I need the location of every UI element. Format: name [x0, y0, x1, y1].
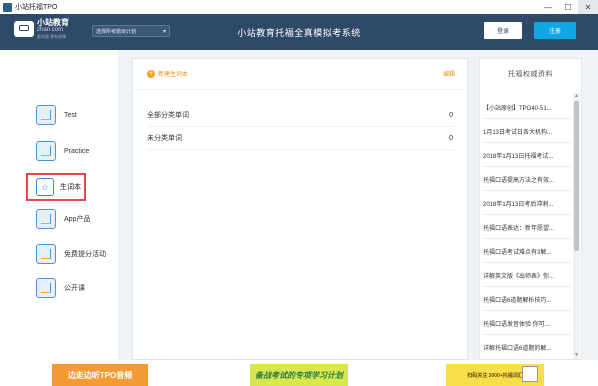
resources-title: 托福权威资料: [508, 71, 553, 78]
plus-icon: +: [147, 69, 155, 78]
resource-link[interactable]: 详解托福口语6道题的解...: [483, 343, 568, 352]
sidebar-item-activities[interactable]: 免费提分活动: [36, 243, 116, 265]
sidebar-item-label: Practice: [64, 147, 90, 155]
resources-panel: 托福权威资料 【小站原创】TPO40-51... 1月13日考试日各大机构...…: [479, 58, 582, 360]
sidebar-item-test[interactable]: Test: [36, 104, 116, 126]
scroll-down-icon[interactable]: ▼: [573, 352, 580, 359]
vocab-list-count: 0: [449, 111, 453, 119]
resource-link[interactable]: 【小站原创】TPO40-51...: [483, 103, 568, 112]
vocab-list-name: 未分类单词: [147, 135, 182, 142]
close-button[interactable]: ✕: [578, 0, 598, 14]
register-button[interactable]: 注册: [534, 22, 576, 39]
minimize-button[interactable]: —: [538, 0, 558, 14]
vocab-list-row[interactable]: 未分类单词 0: [147, 127, 455, 150]
sidebar-item-label: Test: [64, 111, 77, 119]
divider: [483, 142, 571, 143]
resource-link[interactable]: 详解英文版《出师表》你...: [483, 271, 568, 280]
maximize-button[interactable]: ☐: [558, 0, 578, 14]
vocab-book-icon: ☆: [36, 178, 54, 196]
app-grid-icon: [36, 209, 56, 229]
window-title: 小站托福TPO: [15, 4, 58, 11]
divider: [483, 118, 571, 119]
sidebar-item-label: 免费提分活动: [64, 251, 106, 258]
resources-scrollbar[interactable]: ▲ ▼: [573, 93, 580, 359]
sidebar-item-label: App产品: [64, 216, 91, 223]
sidebar: [0, 50, 118, 360]
resource-link[interactable]: 托福口语表达：新年愿望...: [483, 223, 568, 232]
open-class-icon: [36, 278, 56, 298]
banner-study-plan[interactable]: 备战考试的专项学习计划: [250, 364, 348, 386]
qr-code-icon: [522, 366, 538, 382]
scrollbar-thumb[interactable]: [574, 101, 579, 251]
new-vocab-list-button[interactable]: + 新建生词本: [147, 69, 188, 78]
resource-link[interactable]: 2018年1月13日考后冲刺...: [483, 199, 568, 208]
sidebar-item-app[interactable]: App产品: [36, 208, 116, 230]
scroll-up-icon[interactable]: ▲: [573, 93, 580, 100]
banner-wechat[interactable]: 扫码关注 3000+托福词汇: [446, 364, 544, 386]
resource-link[interactable]: 1月13日考试日各大机构...: [483, 127, 568, 136]
people-icon: [36, 244, 56, 264]
divider: [483, 310, 571, 311]
app-icon: [3, 2, 12, 12]
test-icon: [36, 105, 56, 125]
sidebar-item-vocab-book[interactable]: ☆ 生词本: [26, 173, 86, 201]
window-titlebar: 小站托福TPO — ☐ ✕: [0, 0, 598, 15]
divider: [483, 334, 571, 335]
divider: [483, 190, 571, 191]
vocab-list-name: 全部分类单词: [147, 112, 189, 119]
vocab-panel-header: + 新建生词本 编辑: [133, 59, 469, 90]
banner-tpo-audio[interactable]: 边走边听TPO音频: [52, 364, 148, 386]
edit-button[interactable]: 编辑: [443, 69, 455, 78]
login-button[interactable]: 登录: [484, 22, 522, 39]
divider: [483, 166, 571, 167]
vocab-book-panel: + 新建生词本 编辑 全部分类单词 0 未分类单词 0: [132, 58, 469, 360]
vocab-list-count: 0: [449, 134, 453, 142]
divider: [483, 286, 571, 287]
window-controls: — ☐ ✕: [538, 0, 598, 14]
sidebar-item-practice[interactable]: Practice: [36, 140, 116, 162]
resource-link[interactable]: 托福口语考试难点有3解...: [483, 247, 568, 256]
resource-link[interactable]: 托福口语发音体验 你可...: [483, 319, 568, 328]
resource-link[interactable]: 托福口语6道题解析技巧...: [483, 295, 568, 304]
resource-link[interactable]: 托福口语提高方法之有效...: [483, 175, 568, 184]
practice-icon: [36, 141, 56, 161]
divider: [483, 214, 571, 215]
new-vocab-list-label: 新建生词本: [158, 72, 189, 78]
app-header: 小站教育 zhan.com 留学路 更有保障 选择所考题目计划 ▾ 小站教育托福…: [0, 14, 598, 50]
divider: [483, 238, 571, 239]
banner-strip: 边走边听TPO音频 备战考试的专项学习计划 扫码关注 3000+托福词汇: [0, 360, 598, 386]
sidebar-item-open-class[interactable]: 公开课: [36, 277, 116, 299]
resource-link[interactable]: 2018年1月13日托福考试...: [483, 151, 568, 160]
vocab-list-row[interactable]: 全部分类单词 0: [147, 104, 455, 127]
sidebar-item-label: 生词本: [60, 184, 81, 191]
banner-wechat-text: 扫码关注 3000+托福词汇: [467, 372, 523, 379]
divider: [483, 262, 571, 263]
sidebar-item-label: 公开课: [64, 285, 85, 292]
